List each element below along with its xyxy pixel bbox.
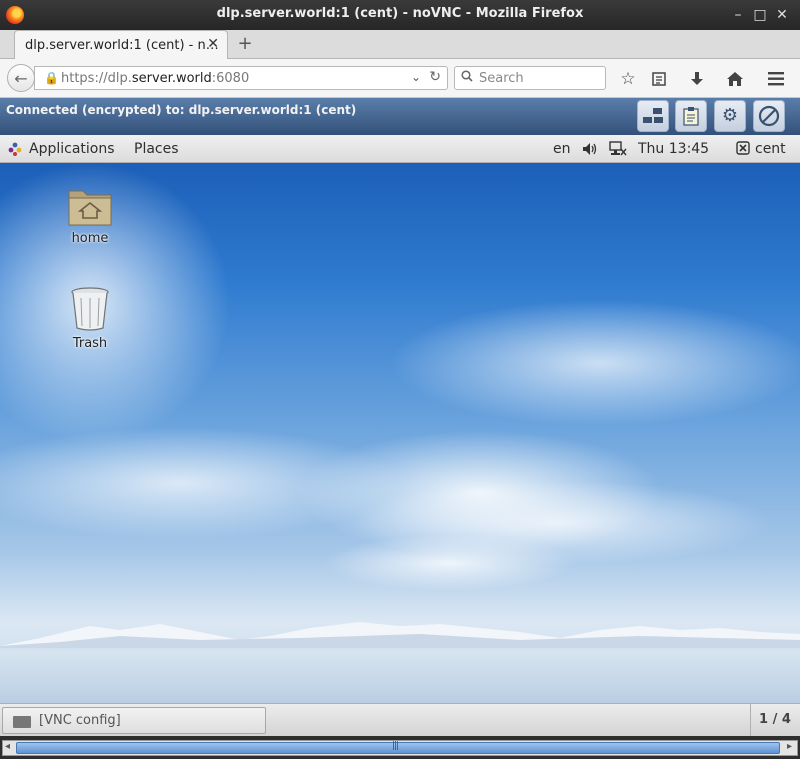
menu-icon[interactable] xyxy=(764,67,788,91)
tab-close-icon[interactable]: ✕ xyxy=(207,36,219,52)
home-folder-icon xyxy=(68,190,112,226)
applications-menu[interactable]: Applications xyxy=(29,141,115,157)
vnc-status-text: Connected (encrypted) to: dlp.server.wor… xyxy=(6,103,357,117)
gnome-bottom-panel: [VNC config] 1 / 4 xyxy=(0,703,800,737)
navigation-bar: 🔒 https://dlp.server.world:6080 ⌄ ↻ ← Se… xyxy=(0,59,800,98)
window-icon xyxy=(13,716,31,728)
scroll-left-arrow[interactable]: ◂ xyxy=(5,741,10,752)
novnc-control-bar: Connected (encrypted) to: dlp.server.wor… xyxy=(0,98,800,135)
taskbar-window-button[interactable]: [VNC config] xyxy=(2,707,266,734)
url-dropdown-icon[interactable]: ⌄ xyxy=(411,70,421,84)
tab-strip: dlp.server.world:1 (cent) - n… ✕ + xyxy=(0,30,800,60)
user-status-icon xyxy=(736,141,750,155)
send-keys-button[interactable] xyxy=(637,100,669,132)
window-title: dlp.server.world:1 (cent) - noVNC - Mozi… xyxy=(216,6,584,21)
downloads-icon[interactable] xyxy=(685,67,709,91)
home-icon[interactable] xyxy=(723,67,747,91)
workspace-switcher[interactable]: 1 / 4 xyxy=(759,712,791,727)
minimize-button[interactable]: – xyxy=(728,5,748,25)
desktop-icon-label: home xyxy=(71,231,109,246)
settings-gear-icon[interactable]: ⚙ xyxy=(714,100,746,132)
scrollbar-thumb[interactable]: ||| xyxy=(16,741,780,754)
url-host: server.world xyxy=(131,71,212,86)
desktop-icon-label: Trash xyxy=(72,336,108,351)
places-menu[interactable]: Places xyxy=(134,141,179,157)
bookmark-star-icon[interactable]: ☆ xyxy=(616,67,640,91)
scrollbar-grip: ||| xyxy=(392,741,399,751)
desktop-icon-trash[interactable]: Trash xyxy=(55,286,125,351)
scroll-right-arrow[interactable]: ▸ xyxy=(787,741,792,752)
clock[interactable]: Thu 13:45 xyxy=(638,141,709,157)
network-icon[interactable] xyxy=(609,141,627,157)
search-input[interactable]: Search xyxy=(454,66,606,90)
maximize-button[interactable]: □ xyxy=(750,5,770,25)
disconnect-icon[interactable] xyxy=(753,100,785,132)
back-button[interactable]: ← xyxy=(7,64,35,92)
horizontal-scrollbar: ◂ ||| ▸ xyxy=(0,736,800,759)
reading-list-icon[interactable] xyxy=(647,67,671,91)
close-window-button[interactable]: ✕ xyxy=(772,5,792,25)
workspace-divider xyxy=(750,704,751,737)
user-menu[interactable]: cent xyxy=(755,141,786,157)
taskbar-window-label: [VNC config] xyxy=(39,713,121,728)
search-placeholder: Search xyxy=(479,71,524,86)
trash-icon xyxy=(71,287,109,331)
url-scheme: https://dlp. xyxy=(61,71,132,86)
url-bar[interactable]: 🔒 https://dlp.server.world:6080 ⌄ ↻ xyxy=(34,66,448,90)
search-icon xyxy=(461,70,473,82)
url-text[interactable]: https://dlp.server.world:6080 xyxy=(61,71,249,86)
tab-label: dlp.server.world:1 (cent) - n… xyxy=(25,38,219,53)
lock-icon: 🔒 xyxy=(44,71,59,85)
desktop-icon-home[interactable]: home xyxy=(55,185,125,246)
applications-menu-icon xyxy=(8,142,22,156)
new-tab-button[interactable]: + xyxy=(234,33,256,55)
url-port: :6080 xyxy=(211,71,250,86)
lake-wallpaper xyxy=(0,651,800,703)
reload-icon[interactable]: ↻ xyxy=(429,69,441,85)
volume-icon[interactable] xyxy=(582,142,598,156)
mountains-wallpaper xyxy=(0,622,800,648)
clipboard-button[interactable] xyxy=(675,100,707,132)
gnome-top-panel: Applications Places en Thu 13:45 cent xyxy=(0,135,800,163)
tab-novnc[interactable]: dlp.server.world:1 (cent) - n… ✕ xyxy=(14,30,228,60)
window-titlebar: dlp.server.world:1 (cent) - noVNC - Mozi… xyxy=(0,0,800,30)
keyboard-layout-indicator[interactable]: en xyxy=(553,141,571,157)
desktop[interactable]: home Trash xyxy=(0,163,800,703)
